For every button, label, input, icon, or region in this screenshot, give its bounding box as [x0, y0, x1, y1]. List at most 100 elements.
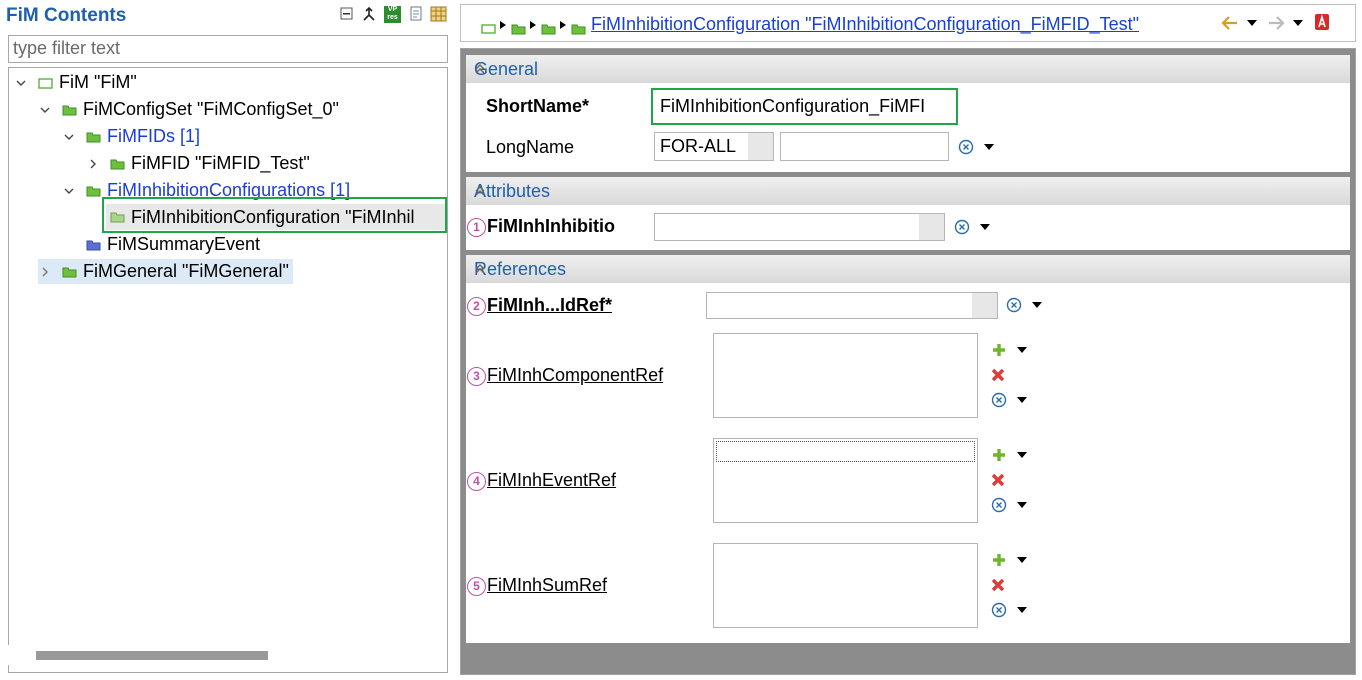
tree-item-fim[interactable]: FiM "FiM"	[14, 70, 137, 95]
chevron-down-icon[interactable]	[62, 184, 76, 198]
link-icon[interactable]	[361, 6, 377, 22]
folder-icon	[86, 185, 101, 197]
number-badge: 4	[467, 472, 486, 491]
collapse-all-icon[interactable]	[339, 6, 355, 22]
tree-item-label: FiMFIDs [1]	[107, 126, 200, 146]
section-attributes[interactable]: Attributes	[466, 177, 1350, 205]
dropdown-arrow-icon[interactable]	[1017, 347, 1027, 353]
breadcrumb-arrow-icon[interactable]	[530, 21, 536, 29]
number-badge: 2	[467, 297, 486, 316]
breadcrumb-arrow-icon[interactable]	[560, 21, 566, 29]
dropdown-arrow-icon[interactable]	[1017, 607, 1027, 613]
dropdown-arrow-icon[interactable]	[1017, 557, 1027, 563]
attribute-label-text: FiMInhInhibitio	[487, 216, 615, 236]
eventref-list[interactable]	[713, 438, 978, 523]
chevron-right-icon[interactable]	[86, 157, 100, 171]
folder-icon	[110, 158, 125, 170]
list-item[interactable]	[716, 441, 975, 462]
collapse-icon[interactable]	[474, 181, 1340, 202]
lang-dropdown-button[interactable]	[748, 133, 773, 160]
add-icon[interactable]	[991, 447, 1007, 468]
delete-icon[interactable]	[990, 577, 1006, 598]
forward-dropdown-icon[interactable]	[1293, 20, 1303, 26]
componentref-list[interactable]	[713, 333, 978, 418]
clear-icon[interactable]	[958, 139, 974, 160]
folder-icon	[62, 266, 77, 278]
dropdown-arrow-icon[interactable]	[984, 144, 994, 150]
clear-icon[interactable]	[991, 497, 1007, 518]
document-icon[interactable]	[408, 6, 424, 22]
clear-icon[interactable]	[991, 392, 1007, 413]
breadcrumb-link[interactable]: FiMInhibitionConfiguration "FiMInhibitio…	[591, 14, 1185, 35]
chevron-down-icon[interactable]	[14, 76, 28, 90]
number-badge: 1	[467, 218, 486, 237]
dropdown-arrow-icon[interactable]	[980, 224, 990, 230]
vp-res-icon[interactable]: VP res	[384, 6, 401, 23]
tree-item-label: FiMConfigSet "FiMConfigSet_0"	[83, 99, 339, 119]
delete-icon[interactable]	[990, 472, 1006, 493]
fim-contents-panel: FiM Contents VPres FiM "FiM" FiMConfigSe…	[0, 0, 455, 680]
pdf-icon[interactable]	[1314, 13, 1330, 36]
shortname-input[interactable]: FiMInhibitionConfiguration_FiMFI	[660, 96, 952, 117]
forward-arrow-icon[interactable]	[1267, 15, 1285, 36]
folder-icon[interactable]	[571, 19, 586, 40]
clear-icon[interactable]	[1006, 297, 1022, 318]
filter-input[interactable]	[9, 36, 443, 60]
longname-lang: FOR-ALL	[660, 136, 737, 156]
field-dropdown-button[interactable]	[919, 214, 944, 240]
reference-label-text: FiMInhComponentRef	[487, 365, 664, 385]
tree-item-fimfids[interactable]: FiMFIDs [1]	[62, 124, 200, 149]
tree-item-fimconfigset[interactable]: FiMConfigSet "FiMConfigSet_0"	[38, 97, 339, 122]
table-icon[interactable]	[430, 6, 447, 22]
folder-icon[interactable]	[511, 19, 526, 40]
clear-icon[interactable]	[991, 602, 1007, 623]
delete-icon[interactable]	[990, 367, 1006, 388]
folder-icon[interactable]	[541, 19, 556, 40]
longname-lang-field[interactable]: FOR-ALL	[654, 132, 774, 161]
clear-icon[interactable]	[954, 219, 970, 240]
breadcrumb-arrow-icon[interactable]	[500, 21, 506, 29]
chevron-down-icon[interactable]	[62, 130, 76, 144]
tree-item-label: FiMGeneral "FiMGeneral"	[83, 261, 289, 281]
tree-item-fiminhibitionconfiguration[interactable]: FiMInhibitionConfiguration "FiMInhil	[106, 204, 445, 230]
longname-label: LongName	[486, 137, 575, 157]
number-badge: 3	[467, 367, 486, 386]
reference-label-text: FiMInhEventRef	[487, 470, 617, 490]
fiminh-idref-label[interactable]: 2 FiMInh...IdRef*	[467, 295, 612, 316]
chevron-right-icon[interactable]	[38, 265, 52, 279]
tree-item-fimgeneral[interactable]: FiMGeneral "FiMGeneral"	[38, 259, 293, 284]
number-badge: 5	[467, 577, 486, 596]
longname-input[interactable]	[780, 132, 949, 161]
module-icon	[38, 77, 53, 89]
filter-field[interactable]	[8, 35, 448, 63]
dropdown-arrow-icon[interactable]	[1032, 302, 1042, 308]
dropdown-arrow-icon[interactable]	[1017, 397, 1027, 403]
dropdown-arrow-icon[interactable]	[1017, 452, 1027, 458]
back-dropdown-icon[interactable]	[1247, 20, 1257, 26]
tree-item-fimfid[interactable]: FiMFID "FiMFID_Test"	[86, 151, 310, 176]
sumref-list[interactable]	[713, 543, 978, 628]
folder-icon	[86, 239, 101, 251]
collapse-icon[interactable]	[474, 59, 1340, 80]
section-general[interactable]: General	[466, 55, 1350, 83]
inhibition-field[interactable]	[654, 213, 945, 241]
folder-icon	[62, 104, 77, 116]
collapse-icon[interactable]	[474, 259, 1340, 280]
fiminh-componentref-label[interactable]: 3 FiMInhComponentRef	[467, 365, 663, 386]
scrollbar-thumb[interactable]	[36, 651, 268, 660]
module-icon[interactable]	[481, 19, 496, 40]
back-arrow-icon[interactable]	[1221, 15, 1239, 36]
shortname-label: ShortName*	[486, 96, 590, 116]
fiminh-idref-field[interactable]	[706, 292, 998, 319]
breadcrumb: FiMInhibitionConfiguration "FiMInhibitio…	[460, 4, 1356, 42]
fiminh-eventref-label[interactable]: 4 FiMInhEventRef	[467, 470, 616, 491]
tree-item-fimsummaryevent[interactable]: FiMSummaryEvent	[86, 232, 260, 257]
add-icon[interactable]	[991, 552, 1007, 573]
section-references[interactable]: References	[466, 255, 1350, 283]
shortname-field[interactable]: FiMInhibitionConfiguration_FiMFI	[651, 88, 958, 125]
fiminh-sumref-label[interactable]: 5 FiMInhSumRef	[467, 575, 607, 596]
add-icon[interactable]	[991, 342, 1007, 363]
chevron-down-icon[interactable]	[38, 103, 52, 117]
field-dropdown-button[interactable]	[972, 293, 997, 318]
dropdown-arrow-icon[interactable]	[1017, 502, 1027, 508]
